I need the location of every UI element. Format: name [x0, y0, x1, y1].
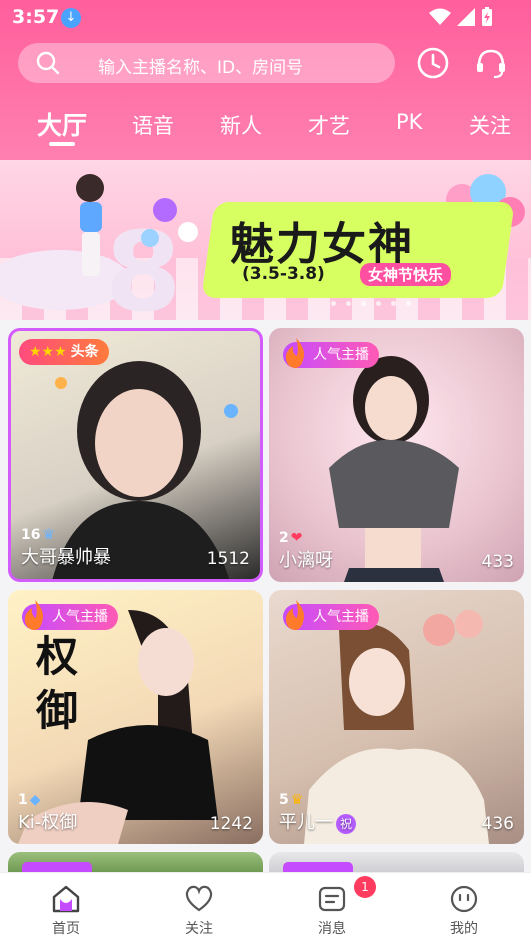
streamer-name: Ki-权御 — [18, 812, 78, 833]
nav-label: 我的 — [450, 921, 478, 937]
live-room-card[interactable]: 人气主播 5 ♛ 平儿一祝 436 — [269, 590, 524, 844]
history-clock-icon[interactable] — [416, 46, 450, 80]
status-bar: 3:57 ↓ — [0, 0, 531, 36]
user-level: 1 ◆ — [18, 792, 41, 808]
popular-streamer-badge: 人气主播 — [283, 600, 379, 630]
live-room-card[interactable]: 人气主播 2 ❤ 小漓呀 433 — [269, 328, 524, 582]
tab-newcomer[interactable]: 新人 — [220, 110, 262, 140]
heart-icon: ❤ — [290, 530, 303, 546]
search-placeholder: 输入主播名称、ID、房间号 — [98, 58, 304, 78]
user-level: 16 ♛ — [21, 527, 56, 543]
crown-icon: ♛ — [42, 527, 56, 543]
star-rating-icon: ★★★ — [29, 344, 67, 360]
tab-voice[interactable]: 语音 — [132, 110, 174, 140]
live-room-card[interactable]: ★★★ 头条 16 ♛ 大哥暴帅暴 1512 — [8, 328, 263, 582]
signal-icon — [457, 8, 475, 26]
nav-label: 关注 — [185, 921, 213, 937]
nav-follow[interactable]: 关注 — [164, 883, 234, 938]
search-bar[interactable]: 输入主播名称、ID、房间号 — [18, 43, 395, 83]
blessing-tag: 祝 — [336, 814, 356, 834]
headline-badge: ★★★ 头条 — [19, 339, 109, 365]
live-room-card-partial[interactable] — [8, 852, 263, 872]
popular-streamer-badge: 人气主播 — [283, 338, 379, 368]
svg-text:8: 8 — [105, 208, 182, 320]
bottom-nav: 首页 关注 消息 我的 — [0, 872, 531, 944]
tab-lobby[interactable]: 大厅 — [37, 106, 87, 142]
battery-icon — [482, 7, 492, 26]
nav-label: 首页 — [52, 921, 80, 937]
banner-date: (3.5-3.8) — [242, 264, 325, 284]
viewer-count: 1242 — [209, 814, 253, 834]
banner-tag: 女神节快乐 — [360, 263, 452, 286]
popular-streamer-badge: 人气主播 — [22, 600, 118, 630]
badge-partial — [283, 862, 353, 872]
active-tab-indicator — [49, 142, 75, 146]
customer-service-headset-icon[interactable] — [474, 46, 508, 80]
viewer-count: 436 — [481, 814, 514, 834]
calligraphy-overlay: 权御 — [36, 632, 79, 735]
streamer-name: 平儿一祝 — [279, 808, 356, 834]
promo-banner[interactable]: 8 魅力女神 (3.5-3.8) 女神节快乐 — [0, 160, 531, 320]
diamond-icon: ◆ — [29, 792, 41, 808]
streamer-name: 大哥暴帅暴 — [21, 547, 111, 568]
home-icon — [52, 885, 80, 913]
badge-partial — [22, 862, 92, 872]
nav-profile[interactable]: 我的 — [429, 883, 499, 938]
status-time: 3:57 — [12, 6, 60, 28]
wifi-icon — [429, 8, 451, 25]
nav-home[interactable]: 首页 — [31, 883, 101, 938]
user-level: 5 ♛ — [279, 792, 304, 808]
flame-icon — [285, 338, 305, 368]
viewer-count: 433 — [481, 552, 514, 572]
unread-message-badge: 1 — [354, 876, 376, 898]
flame-icon — [24, 600, 44, 630]
system-icons — [429, 7, 493, 27]
flame-icon — [285, 600, 305, 630]
profile-face-icon — [450, 885, 478, 913]
search-icon — [36, 51, 60, 75]
user-level: 2 ❤ — [279, 530, 303, 546]
nav-label: 消息 — [318, 921, 346, 937]
tab-follow[interactable]: 关注 — [469, 110, 511, 140]
tab-pk[interactable]: PK — [396, 110, 422, 134]
banner-illustration: 8 — [0, 174, 198, 320]
category-tabs: 大厅 语音 新人 才艺 PK 关注 — [0, 106, 531, 150]
message-icon — [318, 886, 346, 912]
live-room-card[interactable]: 权御 人气主播 1 ◆ Ki-权御 1242 — [8, 590, 263, 844]
viewer-count: 1512 — [206, 549, 250, 569]
crown-icon: ♛ — [290, 792, 304, 808]
streamer-name: 小漓呀 — [279, 550, 333, 571]
live-room-card-partial[interactable] — [269, 852, 524, 872]
heart-outline-icon — [185, 885, 213, 912]
download-icon: ↓ — [61, 8, 81, 28]
banner-pagination — [331, 301, 411, 306]
tab-talent[interactable]: 才艺 — [308, 110, 350, 140]
